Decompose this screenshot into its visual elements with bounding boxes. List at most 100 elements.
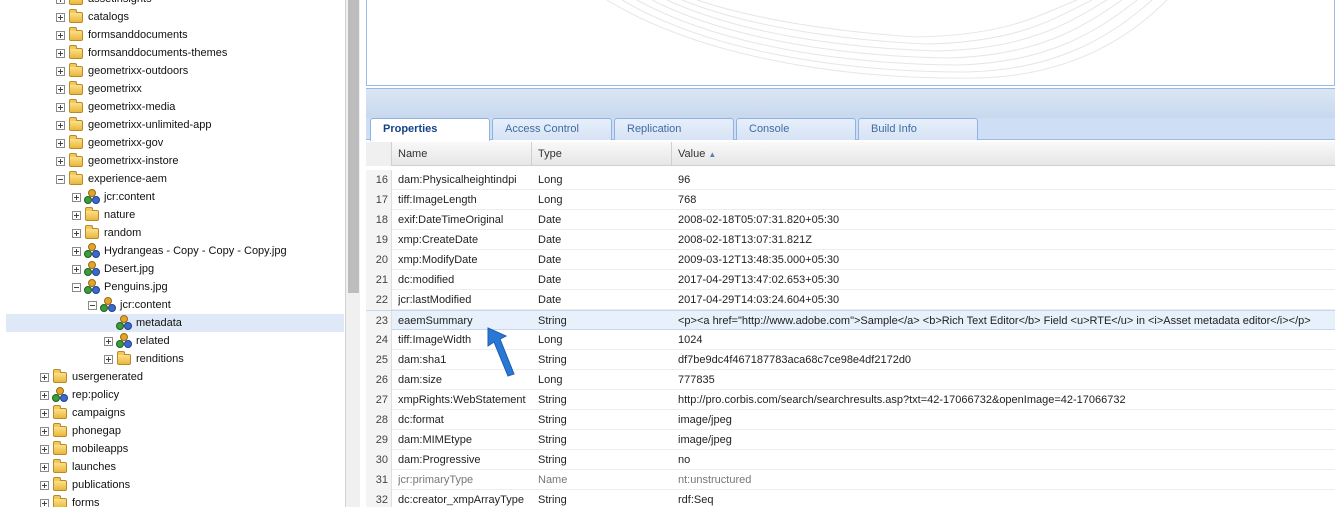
expand-toggle-icon[interactable] — [40, 498, 49, 507]
tree-node[interactable]: jcr:content — [72, 188, 157, 206]
expand-toggle-icon[interactable] — [56, 120, 65, 130]
tree-node[interactable]: formsanddocuments-themes — [56, 44, 229, 62]
expand-toggle-icon[interactable] — [56, 66, 65, 76]
expand-toggle-icon[interactable] — [104, 354, 113, 364]
table-row[interactable]: 22 jcr:lastModified Date 2017-04-29T14:03:2… — [366, 290, 1335, 310]
tree-node[interactable]: rep:policy — [40, 386, 121, 404]
expand-toggle-icon[interactable] — [72, 264, 81, 274]
column-header-value[interactable]: Value ▲ — [672, 142, 1335, 166]
tree-node[interactable]: assetinsights — [56, 0, 154, 8]
tree-node[interactable]: geometrixx-gov — [56, 134, 165, 152]
tab-build-info[interactable]: Build Info — [858, 118, 978, 140]
table-row[interactable]: 31 jcr:primaryType Name nt:unstructured — [366, 470, 1335, 490]
folder-icon — [52, 423, 68, 439]
tree-node[interactable]: geometrixx-outdoors — [56, 62, 190, 80]
tree-node[interactable]: mobileapps — [40, 440, 130, 458]
table-row[interactable]: 19 xmp:CreateDate Date 2008-02-18T13:07:31.… — [366, 230, 1335, 250]
expand-toggle-icon[interactable] — [104, 336, 113, 346]
expand-toggle-icon[interactable] — [40, 444, 49, 454]
tree-node[interactable]: Hydrangeas - Copy - Copy - Copy.jpg — [72, 242, 289, 260]
property-name: xmpRights:WebStatement — [398, 394, 526, 406]
table-row[interactable]: 21 dc:modified Date 2017-04-29T13:47:02.653… — [366, 270, 1335, 290]
folder-icon — [68, 171, 84, 187]
expand-toggle-icon[interactable] — [56, 48, 65, 58]
tree-node[interactable]: formsanddocuments — [56, 26, 190, 44]
table-row[interactable]: 17 tiff:ImageLength Long 768 — [366, 190, 1335, 210]
expand-toggle-icon[interactable] — [40, 372, 49, 382]
expand-toggle-icon[interactable] — [40, 390, 49, 400]
expand-toggle-icon[interactable] — [56, 156, 65, 166]
tree-node[interactable]: geometrixx-instore — [56, 152, 180, 170]
tree-node-label: publications — [72, 479, 131, 491]
tree-node-label: Desert.jpg — [104, 263, 155, 275]
tree-node[interactable]: campaigns — [40, 404, 127, 422]
tree-node[interactable]: random — [72, 224, 143, 242]
table-row[interactable]: 29 dam:MIMEtype String image/jpeg — [366, 430, 1335, 450]
collapse-toggle-icon[interactable] — [56, 174, 65, 184]
expand-toggle-icon[interactable] — [40, 462, 49, 472]
expand-toggle-icon[interactable] — [72, 192, 81, 202]
expand-toggle-icon[interactable] — [56, 12, 65, 22]
tree-node[interactable]: geometrixx-unlimited-app — [56, 116, 214, 134]
property-name: exif:DateTimeOriginal — [398, 214, 504, 226]
property-value: 2009-03-12T13:48:35.000+05:30 — [678, 254, 840, 266]
tree-node[interactable]: experience-aem — [56, 170, 169, 188]
tree-node-label: metadata — [136, 317, 182, 329]
tab-replication[interactable]: Replication — [614, 118, 734, 140]
tree-node-label: geometrixx-unlimited-app — [88, 119, 212, 131]
tree-node[interactable]: Desert.jpg — [72, 260, 156, 278]
tab-properties[interactable]: Properties — [370, 118, 490, 141]
tree-node[interactable]: renditions — [104, 350, 186, 368]
tab-access-control[interactable]: Access Control — [492, 118, 612, 140]
tree-node[interactable]: geometrixx — [56, 80, 144, 98]
scrollbar-thumb[interactable] — [348, 0, 359, 293]
tree-node[interactable]: related — [104, 332, 172, 350]
property-name: dam:Physicalheightindpi — [398, 174, 517, 186]
tree-node-label: usergenerated — [72, 371, 143, 383]
property-name: xmp:ModifyDate — [398, 254, 478, 266]
expand-toggle-icon[interactable] — [72, 228, 81, 238]
tree-node[interactable]: launches — [40, 458, 118, 476]
expand-toggle-icon[interactable] — [40, 480, 49, 490]
tree-node[interactable]: forms — [40, 494, 102, 507]
tree-node[interactable]: Penguins.jpg — [72, 278, 170, 296]
expand-toggle-icon[interactable] — [40, 408, 49, 418]
collapse-toggle-icon[interactable] — [72, 282, 81, 292]
table-row[interactable]: 16 dam:Physicalheightindpi Long 96 — [366, 170, 1335, 190]
table-row[interactable]: 30 dam:Progressive String no — [366, 450, 1335, 470]
expand-toggle-icon[interactable] — [56, 84, 65, 94]
tree-node[interactable]: usergenerated — [40, 368, 145, 386]
folder-icon — [52, 459, 68, 475]
tree-node[interactable]: metadata — [6, 314, 344, 332]
table-row[interactable]: 20 xmp:ModifyDate Date 2009-03-12T13:48:35.… — [366, 250, 1335, 270]
table-row[interactable]: 28 dc:format String image/jpeg — [366, 410, 1335, 430]
expand-toggle-icon[interactable] — [72, 246, 81, 256]
row-number: 31 — [366, 470, 392, 490]
property-value: 768 — [678, 194, 697, 206]
tree-node[interactable]: catalogs — [56, 8, 131, 26]
expand-toggle-icon[interactable] — [40, 426, 49, 436]
expand-toggle-icon[interactable] — [56, 138, 65, 148]
tree-scrollbar[interactable] — [345, 0, 360, 507]
property-type: String — [538, 354, 567, 366]
tree-node-label: Hydrangeas - Copy - Copy - Copy.jpg — [104, 245, 287, 257]
table-row[interactable]: 27 xmpRights:WebStatement String http://pro… — [366, 390, 1335, 410]
expand-toggle-icon[interactable] — [56, 30, 65, 40]
tab-console[interactable]: Console — [736, 118, 856, 140]
column-header-type[interactable]: Type — [532, 142, 672, 166]
expand-toggle-icon[interactable] — [72, 210, 81, 220]
table-row[interactable]: 32 dc:creator_xmpArrayType String rdf:Seq — [366, 490, 1335, 507]
expand-toggle-icon[interactable] — [56, 0, 65, 4]
tree-node[interactable]: geometrixx-media — [56, 98, 177, 116]
tree-node[interactable]: jcr:content — [88, 296, 173, 314]
collapse-toggle-icon[interactable] — [88, 300, 97, 310]
tree-node[interactable]: nature — [72, 206, 137, 224]
tree-node[interactable]: publications — [40, 476, 132, 494]
tree-node[interactable]: phonegap — [40, 422, 123, 440]
node-icon — [116, 333, 132, 349]
expand-toggle-icon[interactable] — [56, 102, 65, 112]
table-row[interactable]: 18 exif:DateTimeOriginal Date 2008-02-18T05… — [366, 210, 1335, 230]
folder-icon — [52, 441, 68, 457]
column-header-name[interactable]: Name — [392, 142, 532, 166]
row-number-header — [366, 142, 392, 166]
